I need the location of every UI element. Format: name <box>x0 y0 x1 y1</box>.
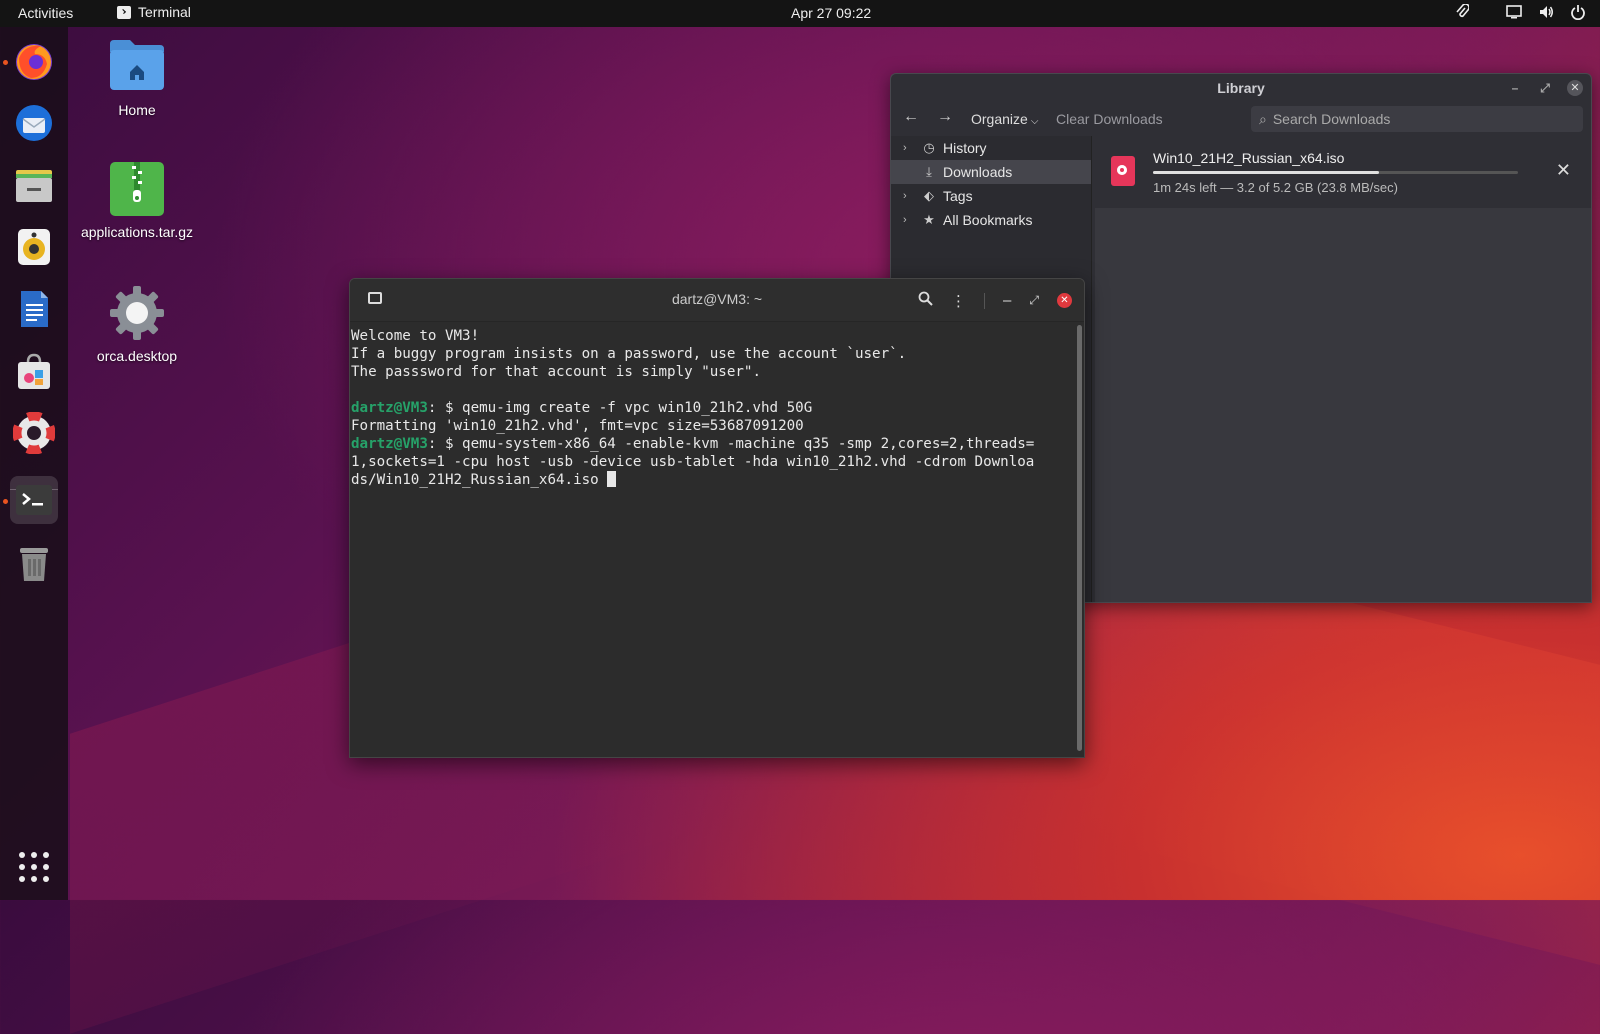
back-arrow-icon[interactable]: ← <box>903 108 919 126</box>
thunderbird-icon <box>16 105 52 141</box>
terminal-icon <box>117 5 131 19</box>
terminal-window: dartz@VM3: ~ ⋮ – ⤢ ✕ Welcome to VM3! If … <box>349 278 1085 758</box>
chevron-right-icon[interactable]: › <box>903 190 915 202</box>
desktop-icon-home[interactable]: Home <box>72 38 202 118</box>
minimize-button[interactable]: – <box>1507 80 1523 96</box>
downloads-list: Win10_21H2_Russian_x64.iso 1m 24s left —… <box>1095 136 1591 602</box>
prompt: dartz@VM3 <box>351 400 428 416</box>
sidebar-item-bookmarks[interactable]: › ★ All Bookmarks <box>891 208 1091 232</box>
dock-files[interactable] <box>10 161 58 209</box>
dock <box>0 27 68 900</box>
maximize-button[interactable]: ⤢ <box>1029 293 1039 308</box>
sidebar-item-label: All Bookmarks <box>943 212 1033 228</box>
maximize-button[interactable]: ⤢ <box>1537 80 1553 96</box>
dock-firefox[interactable] <box>10 37 58 85</box>
power-icon[interactable] <box>1570 4 1586 20</box>
prompt: dartz@VM3 <box>351 436 428 452</box>
terminal-line: 1,sockets=1 -cpu host -usb -device usb-t… <box>351 454 1035 470</box>
volume-icon[interactable] <box>1538 4 1554 20</box>
dock-help[interactable] <box>10 409 58 457</box>
dock-writer[interactable] <box>10 285 58 333</box>
download-status: 1m 24s left — 3.2 of 5.2 GB (23.8 MB/sec… <box>1153 180 1398 195</box>
document-icon <box>21 291 48 327</box>
dock-rhythmbox[interactable] <box>10 223 58 271</box>
close-button[interactable]: ✕ <box>1057 293 1072 308</box>
terminal-line: Formatting 'win10_21h2.vhd', fmt=vpc siz… <box>351 418 804 434</box>
sidebar-item-downloads[interactable]: ⤓ Downloads <box>891 160 1091 184</box>
forward-arrow-icon[interactable]: → <box>937 108 953 126</box>
desktop-icon-orca[interactable]: orca.desktop <box>72 284 202 364</box>
gear-icon <box>108 284 166 342</box>
firefox-icon <box>16 44 52 80</box>
app-menu-label: Terminal <box>138 4 191 20</box>
running-indicator <box>3 60 8 65</box>
chevron-right-icon[interactable]: › <box>903 214 915 226</box>
dock-trash[interactable] <box>10 539 58 587</box>
dock-thunderbird[interactable] <box>10 99 58 147</box>
download-progress-bar <box>1153 171 1518 174</box>
scrollbar[interactable] <box>1077 325 1082 751</box>
dock-software[interactable] <box>10 347 58 395</box>
tag-icon: ⬖ <box>924 188 934 203</box>
paperclip-icon[interactable] <box>1454 4 1470 20</box>
star-icon: ★ <box>923 212 935 227</box>
files-icon <box>16 170 52 202</box>
list-item[interactable]: Win10_21H2_Russian_x64.iso 1m 24s left —… <box>1095 136 1591 208</box>
terminal-line: : $ qemu-img create -f vpc win10_21h2.vh… <box>427 400 813 416</box>
archive-icon <box>108 160 166 218</box>
library-toolbar: ← → Organize ⌵ Clear Downloads ⌕ Search D… <box>891 102 1591 136</box>
shopping-bag-icon <box>18 353 50 389</box>
running-indicator <box>3 499 8 504</box>
desktop-icon-label: applications.tar.gz <box>80 224 194 240</box>
terminal-line: If a buggy program insists on a password… <box>351 346 907 362</box>
terminal-line: The passsword for that account is simply… <box>351 364 761 380</box>
trash-icon <box>20 548 48 581</box>
sidebar-item-label: Tags <box>943 188 973 204</box>
terminal-headerbar[interactable]: dartz@VM3: ~ ⋮ – ⤢ ✕ <box>350 279 1084 322</box>
top-bar: Activities Terminal Apr 27 09:22 <box>0 0 1600 27</box>
text-cursor <box>607 471 617 487</box>
minimize-button[interactable]: – <box>1003 292 1011 309</box>
sidebar-item-label: History <box>943 140 987 156</box>
terminal-line: ds/Win10_21H2_Russian_x64.iso <box>351 472 608 488</box>
download-filename: Win10_21H2_Russian_x64.iso <box>1153 150 1345 166</box>
clock-icon: ◷ <box>923 140 935 155</box>
screen-icon[interactable] <box>1506 4 1522 20</box>
terminal-line: : $ qemu-system-x86_64 -enable-kvm -mach… <box>427 436 1035 452</box>
home-folder-icon <box>108 38 166 96</box>
desktop-icon-label: orca.desktop <box>96 348 178 364</box>
terminal-output[interactable]: Welcome to VM3! If a buggy program insis… <box>350 322 1076 757</box>
library-titlebar[interactable]: Library – ⤢ ✕ <box>891 74 1591 102</box>
lifebuoy-icon <box>13 412 55 454</box>
search-icon: ⌕ <box>1259 111 1267 127</box>
app-menu[interactable]: Terminal <box>117 4 191 20</box>
clock[interactable]: Apr 27 09:22 <box>791 5 871 21</box>
terminal-line: Welcome to VM3! <box>351 328 480 344</box>
menu-icon[interactable]: ⋮ <box>951 292 966 310</box>
sidebar-item-tags[interactable]: › ⬖ Tags <box>891 184 1091 208</box>
speaker-icon <box>18 229 50 265</box>
activities-button[interactable]: Activities <box>18 5 73 21</box>
chevron-down-icon: ⌵ <box>1030 116 1039 127</box>
desktop-icon-label: Home <box>118 102 156 118</box>
desktop-icon-archive[interactable]: applications.tar.gz <box>72 160 202 240</box>
window-title: Library <box>1217 80 1265 96</box>
cancel-download-icon[interactable]: ✕ <box>1556 160 1571 181</box>
chevron-right-icon[interactable]: › <box>903 142 915 154</box>
clear-downloads-button[interactable]: Clear Downloads <box>1056 111 1163 127</box>
sidebar-item-history[interactable]: › ◷ History <box>891 136 1091 160</box>
sidebar-item-label: Downloads <box>943 164 1013 180</box>
search-icon[interactable] <box>918 291 933 310</box>
dock-terminal[interactable] <box>10 476 58 524</box>
disc-image-icon <box>1111 156 1135 186</box>
show-apps-button[interactable] <box>10 843 58 891</box>
terminal-icon <box>16 485 52 515</box>
search-input[interactable]: ⌕ Search Downloads <box>1251 106 1583 132</box>
grid-icon <box>19 852 49 882</box>
organize-menu[interactable]: Organize ⌵ <box>971 111 1038 127</box>
download-icon: ⤓ <box>926 164 932 179</box>
close-button[interactable]: ✕ <box>1567 80 1583 96</box>
search-placeholder: Search Downloads <box>1272 111 1391 127</box>
system-tray[interactable] <box>1454 4 1586 20</box>
